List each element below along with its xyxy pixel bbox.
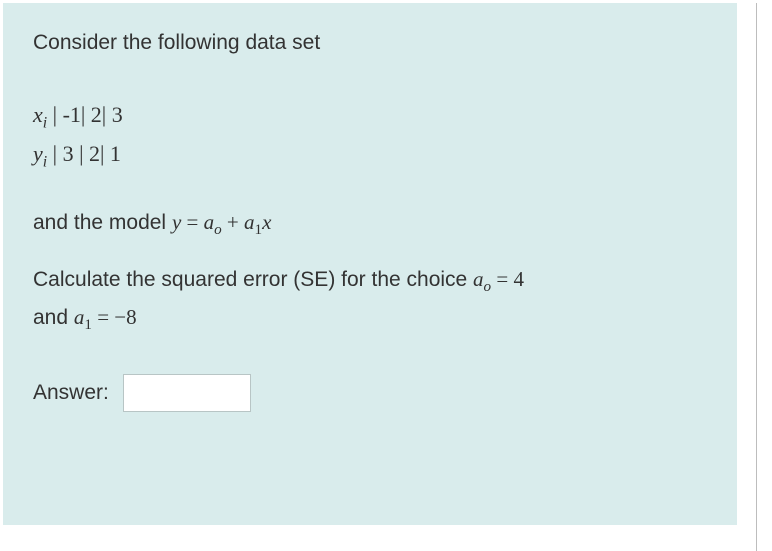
data-row-y: yi | 3 | 2| 1: [33, 136, 707, 175]
intro-text: Consider the following data set: [33, 31, 707, 55]
answer-row: Answer:: [33, 374, 707, 412]
calc-a0-sub: o: [484, 279, 492, 295]
calculation-prompt: Calculate the squared error (SE) for the…: [33, 262, 707, 338]
model-line: and the model y = ao + a1x: [33, 210, 707, 239]
calc-a0-a: a: [473, 267, 484, 291]
answer-label: Answer:: [33, 381, 109, 405]
question-container: Consider the following data set xi | -1|…: [3, 3, 737, 525]
model-a0-sub: o: [214, 223, 222, 239]
calc-a1-a: a: [74, 305, 85, 329]
var-y: y: [33, 141, 43, 166]
model-a1-sub: 1: [255, 223, 263, 239]
calc-text-1: Calculate the squared error (SE) for the…: [33, 268, 473, 291]
model-plus: +: [222, 210, 244, 234]
model-y: y: [172, 210, 181, 234]
calc-eq4: = 4: [491, 267, 524, 291]
calc-text-2: and: [33, 306, 74, 329]
var-x: x: [33, 102, 43, 127]
data-row-x: xi | -1| 2| 3: [33, 97, 707, 136]
row-y-values: | 3 | 2| 1: [47, 141, 121, 166]
page-divider: [756, 3, 757, 551]
calc-eqm8: = −8: [92, 305, 137, 329]
model-prefix: and the model: [33, 211, 172, 234]
calc-a1-sub: 1: [84, 317, 92, 333]
model-a0-a: a: [204, 210, 215, 234]
model-eq: =: [181, 210, 203, 234]
model-a1-a: a: [244, 210, 255, 234]
row-x-values: | -1| 2| 3: [47, 102, 123, 127]
data-table: xi | -1| 2| 3 yi | 3 | 2| 1: [33, 97, 707, 174]
model-x: x: [262, 210, 271, 234]
answer-input[interactable]: [123, 374, 251, 412]
